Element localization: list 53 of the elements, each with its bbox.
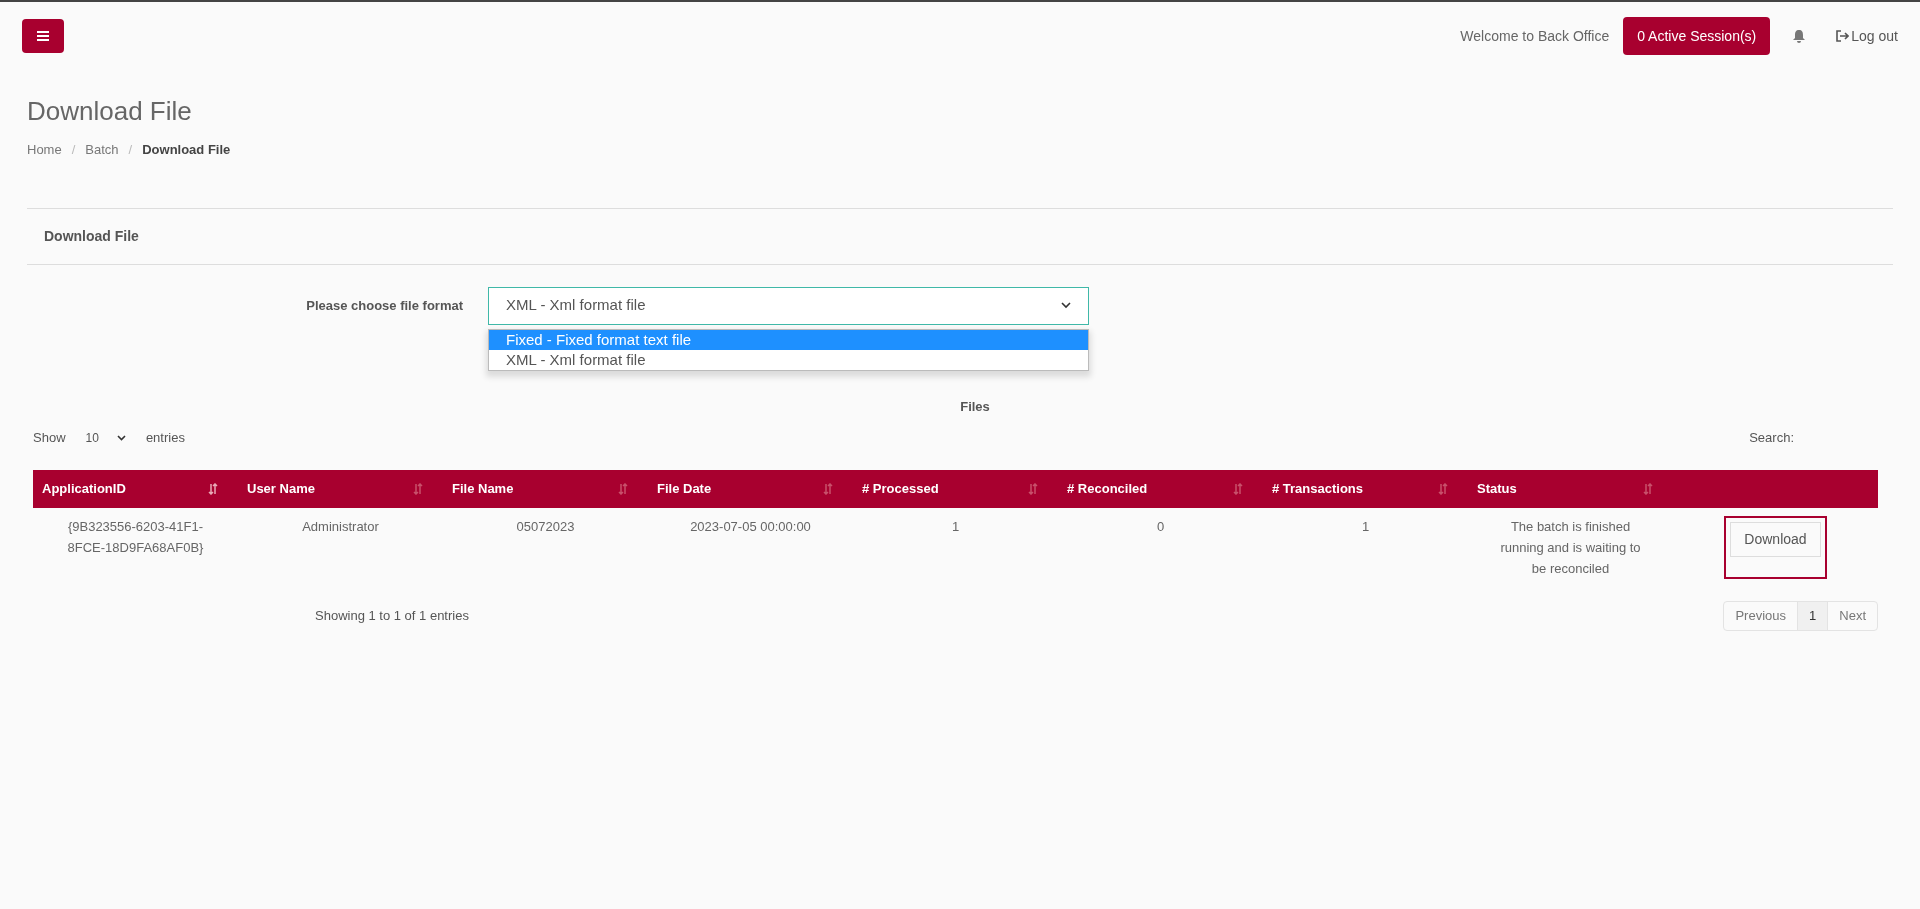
pagination-button[interactable]: Previous [1724,602,1798,630]
sort-icon [208,483,218,495]
menu-button[interactable] [22,19,64,53]
column-header[interactable]: User Name [238,470,443,508]
panel-title: Download File [27,208,1893,265]
column-header[interactable]: # Transactions [1263,470,1468,508]
table-cell-text: 05072023 [515,518,576,536]
column-header[interactable]: File Name [443,470,648,508]
column-header[interactable]: File Date [648,470,853,508]
column-header[interactable]: # Reconciled [1058,470,1263,508]
dropdown-option[interactable]: XML - Xml format file [489,349,1088,370]
download-button[interactable]: Download [1730,522,1821,557]
sort-icon [413,483,423,495]
sort-icon [1643,483,1653,495]
sort-icon [1028,483,1038,495]
page-title: Download File [27,98,193,124]
breadcrumb-link[interactable]: Home [27,140,62,160]
file-format-label: Please choose file format [306,296,463,315]
column-header[interactable]: # Processed [853,470,1058,508]
bell-icon[interactable] [1792,28,1807,44]
breadcrumb-current-page: Download File [142,141,231,159]
menu-icon [37,31,49,41]
chevron-down-icon [1061,302,1071,309]
welcome-text: Welcome to Back Office [1460,26,1610,46]
sort-icon [823,483,833,495]
files-title: Files [960,397,990,416]
table-cell-text: {9B323556-6203-41F1-8FCE-18D9FA68AF0B} [66,518,205,557]
chevron-down-icon [116,435,126,441]
search-label: Search: [1749,429,1794,448]
table-cell-text: 2023-07-05 00:00:00 [689,518,812,536]
breadcrumb-link[interactable]: Batch [85,140,119,160]
column-header[interactable]: ApplicationID [33,470,238,508]
breadcrumb-separator: / [128,141,133,159]
table-info: Showing 1 to 1 of 1 entries [315,607,469,626]
sort-icon [1438,483,1448,495]
breadcrumb-separator: / [71,141,76,159]
logout-link[interactable]: Log out [1836,25,1898,47]
table-cell-text: 1 [950,518,961,536]
table-cell-text: The batch is finished running and is waiting to be reconciled [1499,518,1642,578]
file-format-select[interactable]: XML - Xml format file [488,286,1089,325]
pagination-button[interactable]: 1 [1797,602,1828,630]
show-label: Show [33,429,66,448]
table-cell-text: Administrator [301,518,380,536]
page-size-select[interactable]: 10 [75,426,136,450]
sort-icon [1233,483,1243,495]
active-sessions-button[interactable]: 0 Active Session(s) [1623,17,1771,55]
sort-icon [618,483,628,495]
logout-icon [1836,30,1850,42]
entries-label: entries [145,429,185,448]
table-cell-text: 0 [1155,518,1166,536]
table-cell-text: 1 [1360,518,1371,536]
column-header[interactable]: Status [1468,470,1673,508]
pagination-button[interactable]: Next [1827,602,1877,630]
